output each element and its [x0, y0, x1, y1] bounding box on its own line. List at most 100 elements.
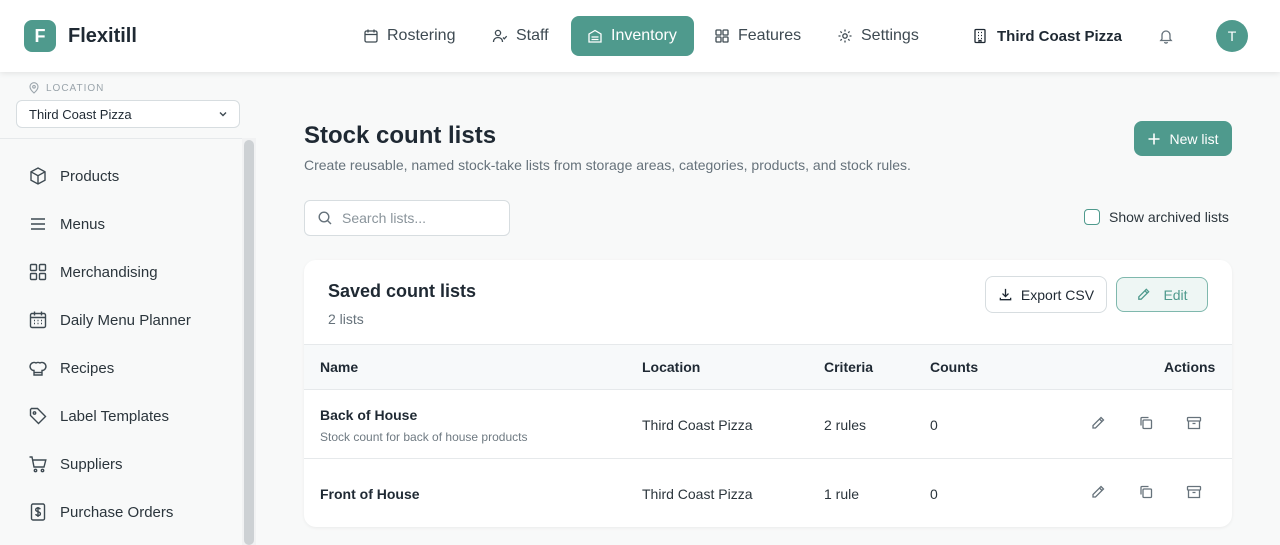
search-icon — [318, 211, 332, 225]
sidebar-item-label: Daily Menu Planner — [60, 311, 191, 329]
bell-icon[interactable] — [1158, 28, 1174, 44]
top-bar: F Flexitill Rostering Staff Inventory Fe… — [0, 0, 1280, 72]
archive-icon — [1186, 485, 1202, 499]
copy-icon — [1140, 485, 1153, 499]
row-criteria: 2 rules — [824, 417, 867, 433]
sidebar-item-label: Merchandising — [60, 263, 158, 281]
app-name[interactable]: Flexitill — [68, 25, 137, 48]
sidebar-menu: Products Menus Merchandising Daily Menu … — [0, 152, 242, 536]
nav-settings[interactable]: Settings — [821, 16, 935, 56]
show-archived-toggle[interactable]: Show archived lists — [1084, 209, 1229, 225]
column-header-counts[interactable]: Counts — [930, 359, 978, 375]
pencil-icon — [1092, 416, 1105, 429]
sidebar-item-label: Suppliers — [60, 455, 123, 473]
list-count: 2 lists — [328, 311, 364, 327]
sidebar: LOCATION Third Coast Pizza Products Menu… — [0, 72, 256, 545]
calendar-icon — [364, 29, 378, 43]
export-csv-label: Export CSV — [1020, 286, 1095, 303]
table-row[interactable]: Front of House Third Coast Pizza 1 rule … — [304, 459, 1232, 527]
staff-icon — [492, 29, 508, 43]
nav-rostering-label: Rostering — [387, 27, 456, 44]
edit-button[interactable]: Edit — [1116, 277, 1208, 312]
tag-icon — [29, 407, 47, 425]
edit-row-button[interactable] — [1090, 415, 1108, 433]
edit-row-button[interactable] — [1090, 484, 1108, 502]
column-header-name[interactable]: Name — [320, 359, 358, 375]
location-heading-label: LOCATION — [46, 82, 105, 94]
column-header-criteria[interactable]: Criteria — [824, 359, 873, 375]
page-title: Stock count lists — [304, 122, 497, 149]
export-csv-button[interactable]: Export CSV — [985, 276, 1107, 313]
nav-inventory[interactable]: Inventory — [571, 16, 694, 56]
location-switcher[interactable]: Third Coast Pizza — [972, 16, 1122, 56]
column-header-location[interactable]: Location — [642, 359, 700, 375]
sidebar-item-menus[interactable]: Menus — [0, 200, 242, 248]
row-name[interactable]: Back of House — [320, 407, 417, 423]
nav-staff[interactable]: Staff — [476, 16, 565, 56]
building-icon — [974, 28, 986, 44]
box-icon — [30, 167, 46, 185]
sidebar-item-purchase-orders[interactable]: Purchase Orders — [0, 488, 242, 536]
row-counts: 0 — [930, 486, 938, 502]
sidebar-item-label: Label Templates — [60, 407, 169, 425]
location-select-value: Third Coast Pizza — [29, 106, 132, 122]
page-subtitle: Create reusable, named stock-take lists … — [304, 157, 911, 173]
row-description: Stock count for back of house products — [320, 430, 528, 444]
archive-row-button[interactable] — [1186, 415, 1204, 433]
table-header: Name Location Criteria Counts Actions — [304, 344, 1232, 390]
sidebar-item-products[interactable]: Products — [0, 152, 242, 200]
sidebar-item-suppliers[interactable]: Suppliers — [0, 440, 242, 488]
pencil-icon — [1138, 288, 1151, 300]
edit-button-label: Edit — [1163, 286, 1188, 303]
sidebar-item-daily-menu-planner[interactable]: Daily Menu Planner — [0, 296, 242, 344]
location-heading: LOCATION — [28, 82, 104, 94]
gear-icon — [838, 29, 852, 43]
sidebar-item-recipes[interactable]: Recipes — [0, 344, 242, 392]
sidebar-item-merchandising[interactable]: Merchandising — [0, 248, 242, 296]
duplicate-row-button[interactable] — [1138, 484, 1156, 502]
new-list-button-label: New list — [1169, 130, 1219, 147]
duplicate-row-button[interactable] — [1138, 415, 1156, 433]
sidebar-item-label: Menus — [60, 215, 106, 233]
show-archived-checkbox[interactable] — [1084, 209, 1100, 225]
download-icon — [999, 288, 1012, 301]
map-pin-icon — [29, 82, 39, 94]
cart-icon — [29, 456, 47, 473]
app-logo[interactable]: F — [24, 20, 56, 52]
avatar[interactable]: T — [1216, 20, 1248, 52]
menu-lines-icon — [31, 218, 45, 230]
receipt-icon — [30, 503, 46, 521]
sidebar-item-label: Recipes — [60, 359, 115, 377]
chevron-down-icon — [219, 112, 227, 117]
chef-hat-icon — [29, 361, 47, 376]
calendar-icon — [29, 311, 47, 329]
row-location: Third Coast Pizza — [642, 486, 753, 502]
row-location: Third Coast Pizza — [642, 417, 753, 433]
column-header-actions: Actions — [1164, 359, 1216, 375]
new-list-button[interactable]: New list — [1134, 121, 1232, 156]
grid-icon — [715, 29, 729, 43]
nav-features[interactable]: Features — [698, 16, 817, 56]
row-counts: 0 — [930, 417, 938, 433]
search-field[interactable] — [304, 200, 510, 236]
show-archived-label: Show archived lists — [1109, 209, 1229, 225]
copy-icon — [1140, 416, 1153, 430]
pencil-icon — [1092, 485, 1105, 498]
sidebar-scrollbar-thumb[interactable] — [244, 140, 254, 545]
nav-rostering[interactable]: Rostering — [347, 16, 471, 56]
archive-icon — [1186, 416, 1202, 430]
search-input[interactable] — [342, 210, 492, 226]
nav-settings-label: Settings — [861, 27, 919, 44]
row-name[interactable]: Front of House — [320, 486, 420, 502]
table-row[interactable]: Back of House Stock count for back of ho… — [304, 390, 1232, 459]
sidebar-item-label: Products — [60, 167, 120, 185]
inventory-icon — [588, 29, 602, 43]
archive-row-button[interactable] — [1186, 484, 1204, 502]
row-criteria: 1 rule — [824, 486, 860, 502]
sidebar-item-label: Purchase Orders — [60, 503, 174, 521]
location-select[interactable]: Third Coast Pizza — [16, 100, 240, 128]
saved-lists-card: Saved count lists 2 lists Export CSV Edi… — [304, 260, 1232, 527]
sidebar-item-label-templates[interactable]: Label Templates — [0, 392, 242, 440]
location-switcher-label: Third Coast Pizza — [997, 27, 1123, 45]
nav-features-label: Features — [738, 27, 802, 44]
